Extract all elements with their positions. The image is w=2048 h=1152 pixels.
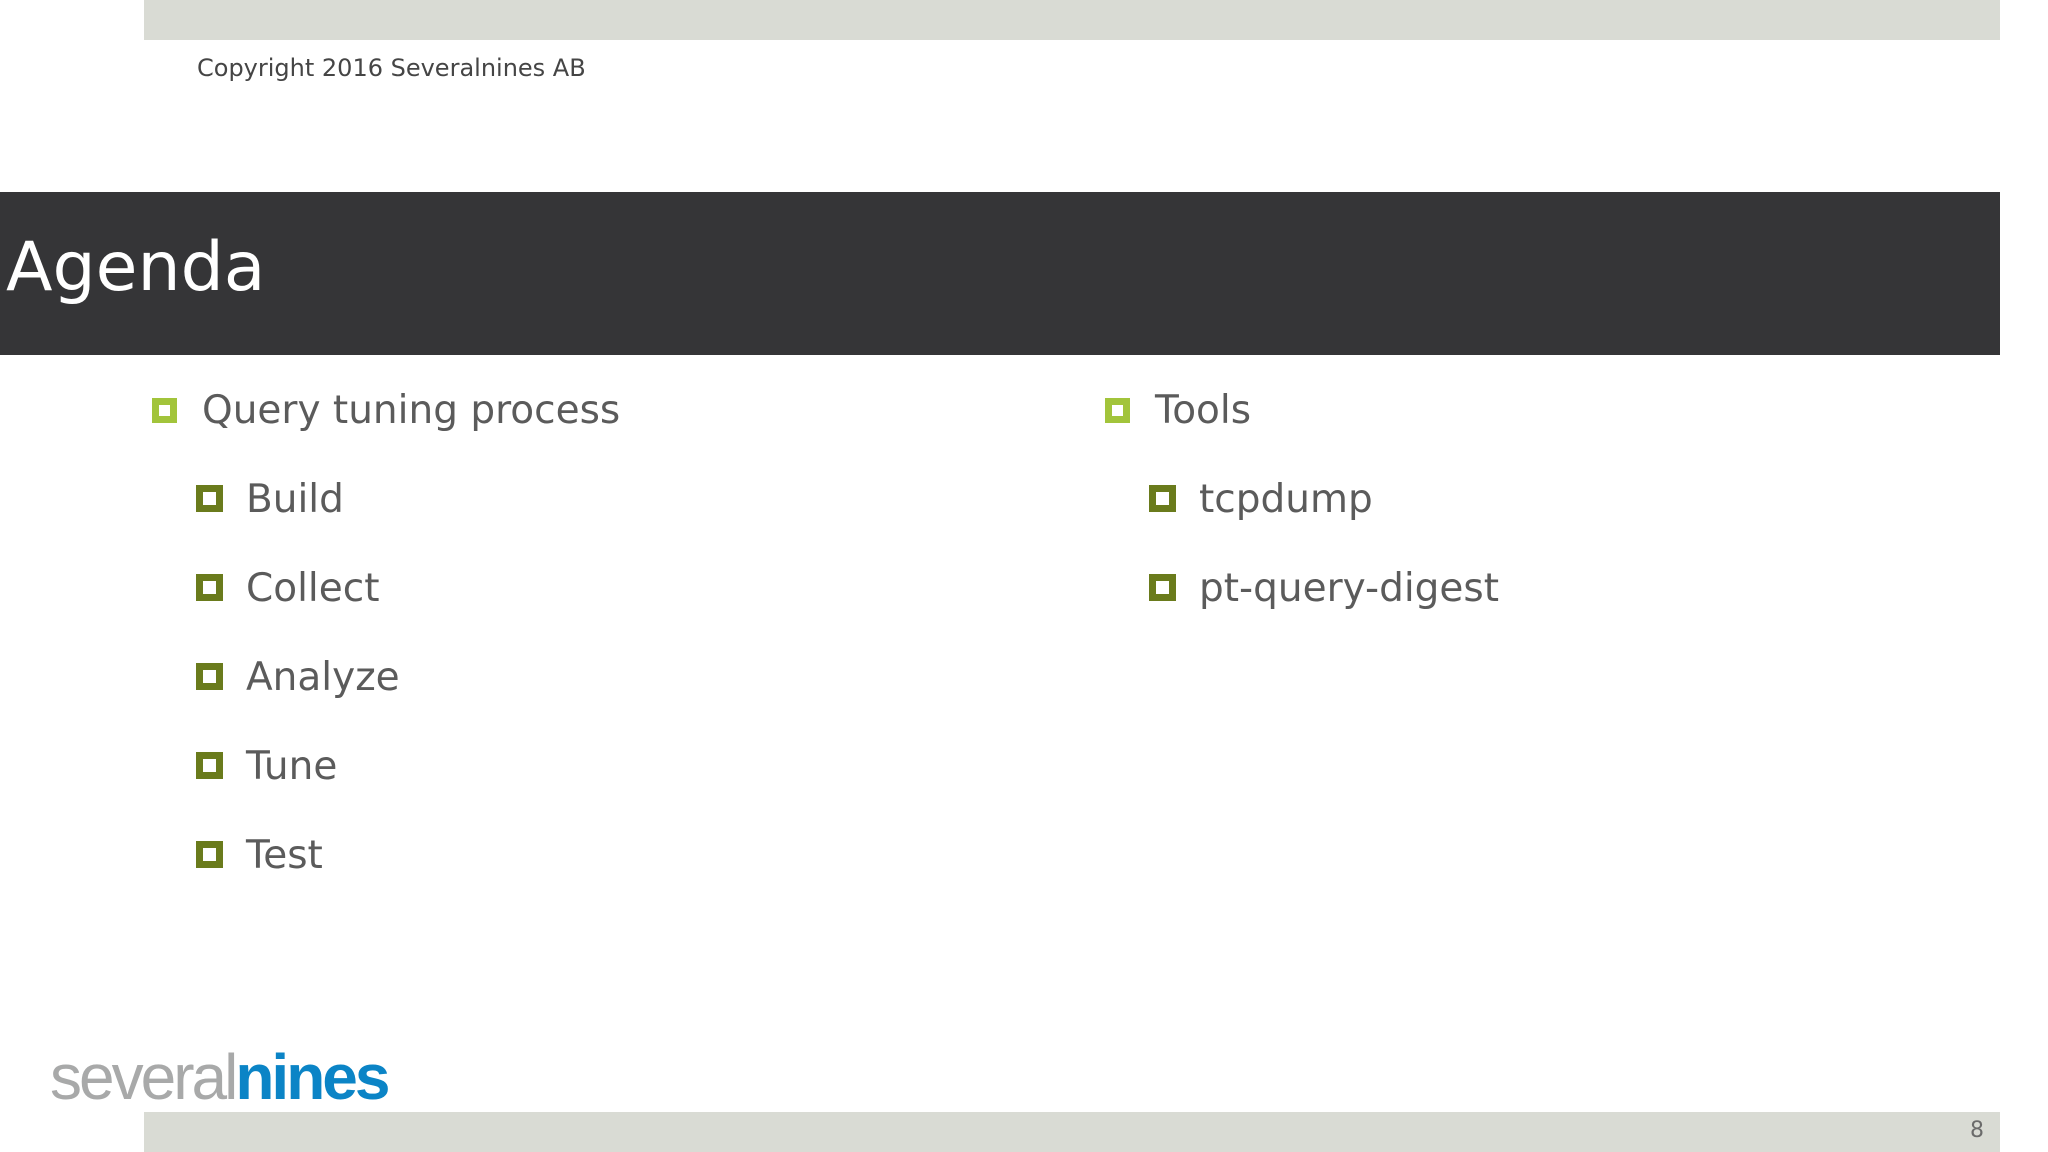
square-bullet-icon [1149, 574, 1176, 601]
square-bullet-icon [196, 841, 223, 868]
right-column: Tools tcpdump pt-query-digest [1103, 388, 1499, 655]
bullet-label: Query tuning process [202, 388, 621, 433]
severalnines-logo: severalnines [50, 1040, 410, 1113]
logo-part-several: several [50, 1041, 238, 1113]
header-band [144, 0, 2000, 40]
sub-bullet-label: Tune [246, 744, 338, 789]
sub-bullet-label: Build [246, 477, 344, 522]
footer-band: 8 [144, 1112, 2000, 1152]
logo-part-nines: nines [235, 1041, 390, 1113]
title-bar: Agenda [0, 192, 2000, 355]
square-bullet-icon [152, 398, 177, 423]
square-bullet-icon [1105, 398, 1130, 423]
page-number: 8 [1970, 1118, 1984, 1143]
sub-bullet-label: Collect [246, 566, 380, 611]
sub-bullet-label: Test [246, 833, 323, 878]
bullet-tools: Tools [1103, 388, 1251, 448]
square-bullet-icon [196, 752, 223, 779]
bullet-query-tuning-process: Query tuning process [150, 388, 620, 448]
square-bullet-icon [196, 663, 223, 690]
sub-bullet-label: pt-query-digest [1199, 566, 1500, 611]
square-bullet-icon [196, 574, 223, 601]
square-bullet-icon [1149, 485, 1176, 512]
sub-bullet-label: Analyze [246, 655, 400, 700]
copyright-text: Copyright 2016 Severalnines AB [197, 54, 586, 82]
slide-title: Agenda [6, 228, 266, 307]
square-bullet-icon [196, 485, 223, 512]
left-column: Query tuning process Build Collect Analy… [150, 388, 620, 922]
sub-bullet-label: tcpdump [1199, 477, 1373, 522]
bullet-label: Tools [1155, 388, 1252, 433]
